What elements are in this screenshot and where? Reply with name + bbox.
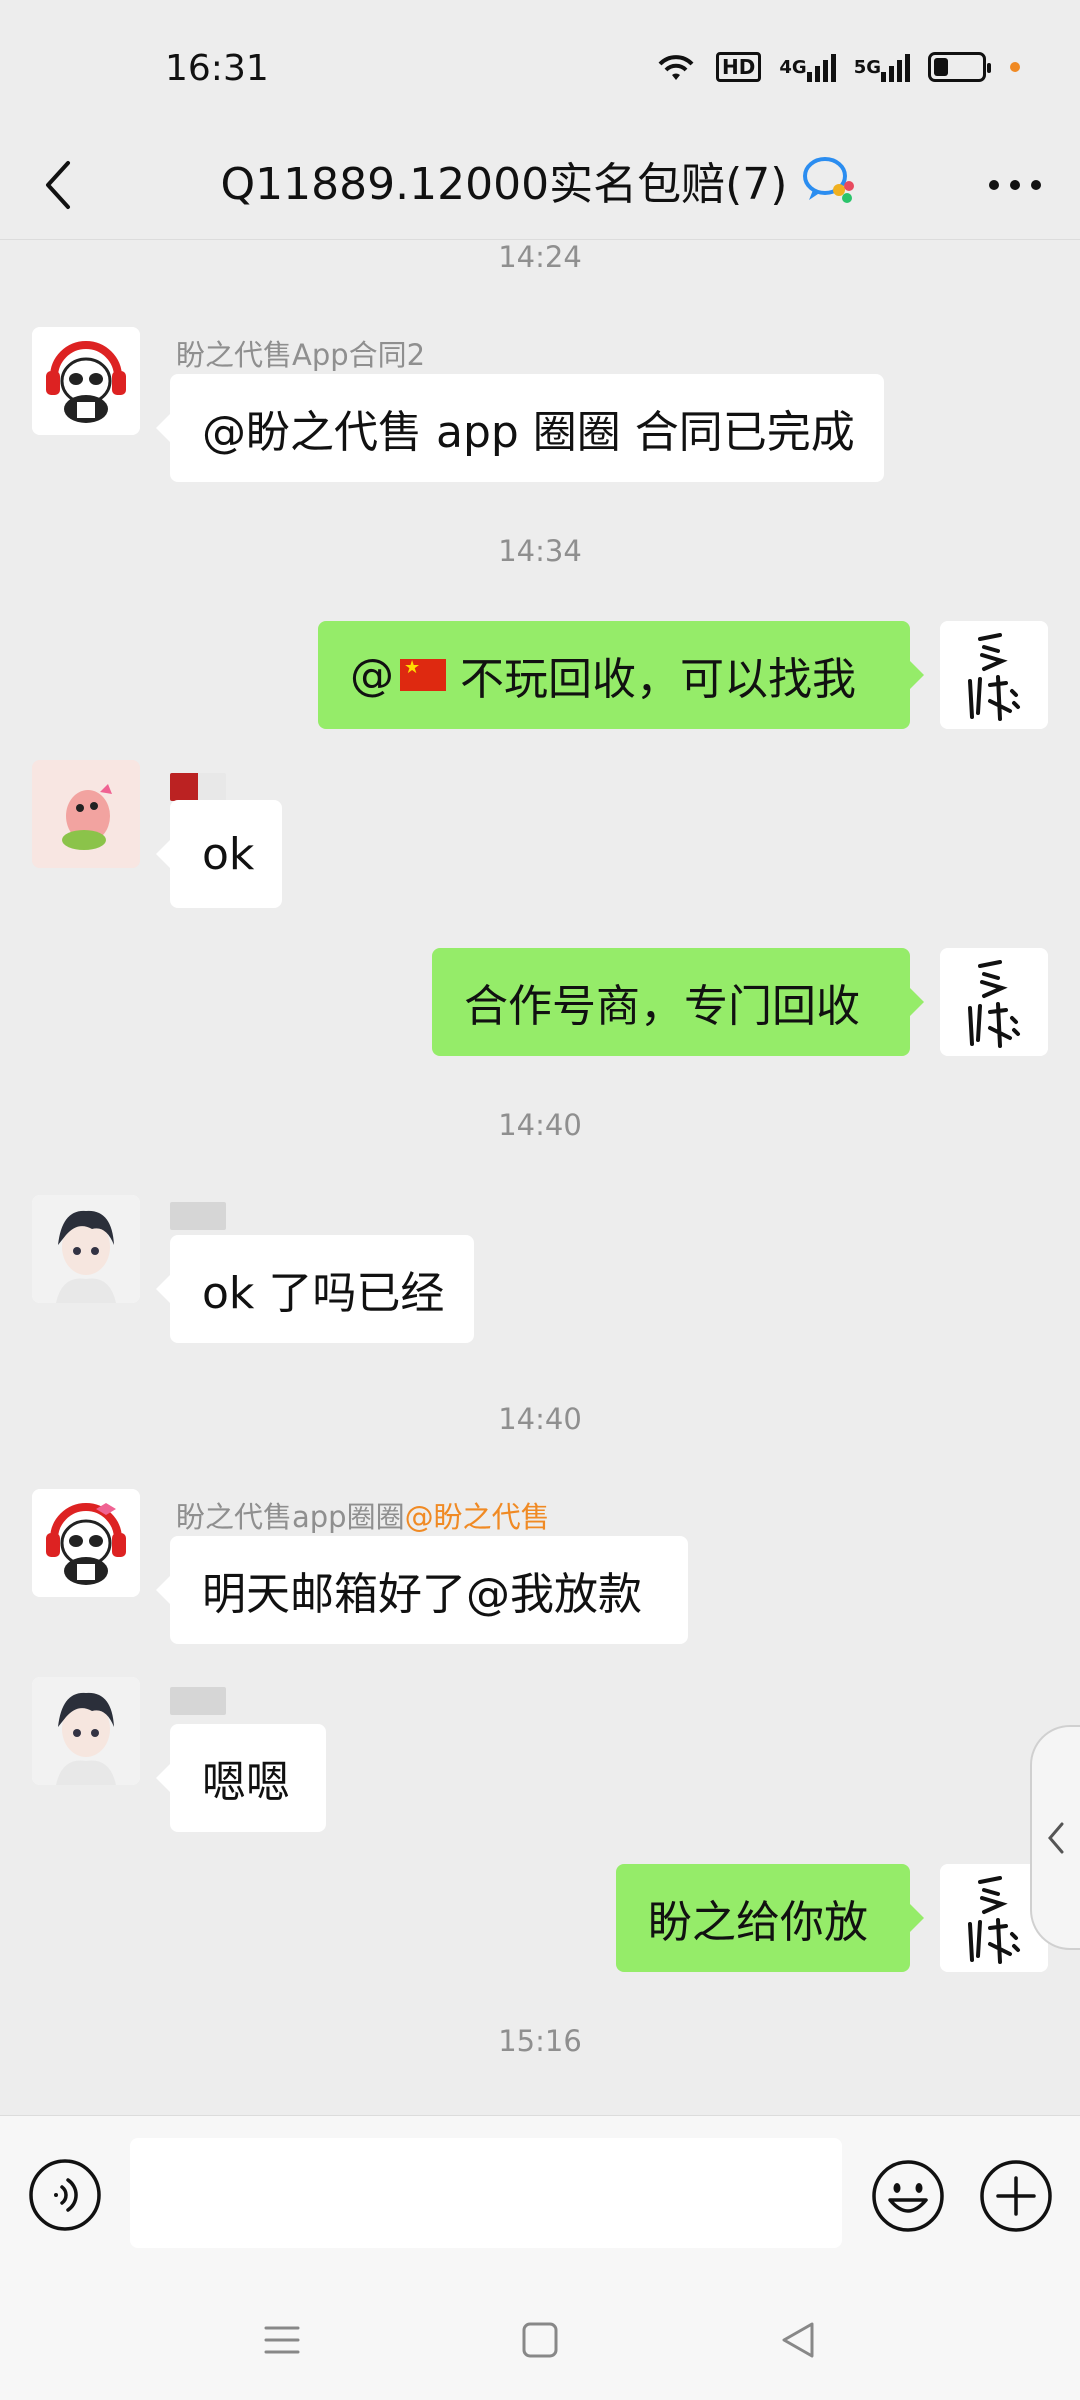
chat-title-text: Q11889.12000实名包赔(7) — [220, 159, 788, 210]
timestamp: 14:40 — [498, 1108, 582, 1142]
system-nav-bar — [0, 2280, 1080, 2400]
signal-5g-label: 5G — [853, 56, 881, 78]
nav-back-button[interactable] — [768, 2310, 828, 2370]
signal-5g-icon: 5G — [854, 52, 910, 82]
avatar-patrick-star[interactable] — [32, 760, 140, 868]
nav-home-button[interactable] — [510, 2310, 570, 2370]
plus-icon — [980, 2160, 1052, 2232]
battery-icon — [928, 52, 991, 82]
message-list[interactable]: 14:24 盼之代售App合同2 @盼之代售 app 圈圈 合同已完成 14:3… — [0, 240, 1080, 2115]
chevron-left-small-icon — [1048, 1822, 1064, 1853]
message-bubble-outgoing[interactable]: 合作号商，专门回收 — [432, 948, 924, 1056]
avatar-calligraphy-self[interactable] — [940, 948, 1048, 1056]
hd-voice-icon: HD — [716, 52, 762, 82]
timestamp: 14:40 — [498, 1402, 582, 1436]
message-bubble-outgoing[interactable]: 盼之给你放 — [616, 1864, 924, 1972]
status-icons: HD 4G 5G — [654, 50, 1020, 84]
message-text: ok 了吗已经 — [202, 1268, 445, 1319]
message-text: 明天邮箱好了@我放款 — [202, 1569, 642, 1620]
more-dots-icon — [989, 180, 1041, 190]
voice-icon — [29, 2159, 101, 2231]
emoji-icon — [872, 2160, 944, 2232]
message-text: @盼之代售 app 圈圈 合同已完成 — [202, 407, 855, 458]
home-square-icon — [522, 2322, 558, 2358]
china-flag-icon — [400, 657, 446, 691]
message-text: 合作号商，专门回收 — [464, 981, 860, 1032]
voice-button[interactable] — [28, 2158, 102, 2232]
timestamp: 15:16 — [498, 2024, 582, 2058]
sender-name: 盼之代售App合同2 — [176, 338, 426, 372]
status-time: 16:31 — [165, 48, 269, 89]
message-text: 不玩回收，可以找我 — [460, 654, 856, 705]
message-text: ok — [202, 828, 255, 880]
message-bubble-incoming[interactable]: 明天邮箱好了@我放款 — [156, 1536, 688, 1644]
timestamp: 14:24 — [498, 240, 582, 274]
avatar-anime-boy[interactable] — [32, 1195, 140, 1303]
more-button[interactable] — [980, 160, 1050, 210]
nav-menu-button[interactable] — [252, 2310, 312, 2370]
message-bubble-incoming[interactable]: ok 了吗已经 — [156, 1235, 474, 1343]
sender-name-redacted — [170, 1202, 226, 1230]
message-text: 盼之给你放 — [648, 1897, 868, 1948]
notification-dot-icon — [1010, 62, 1020, 72]
sender-name-redacted — [170, 773, 226, 801]
message-text: 嗯嗯 — [202, 1757, 290, 1808]
message-input[interactable] — [130, 2138, 842, 2248]
sender-name: 盼之代售app圈圈@盼之代售 — [176, 1494, 550, 1536]
emoji-button[interactable] — [870, 2158, 946, 2234]
back-triangle-icon — [782, 2322, 814, 2358]
chat-title: Q11889.12000实名包赔(7) — [0, 148, 1080, 212]
chat-header: Q11889.12000实名包赔(7) — [0, 130, 1080, 240]
avatar-panda-red[interactable] — [32, 327, 140, 435]
signal-4g-icon: 4G — [779, 52, 836, 82]
chat-input-bar — [0, 2115, 1080, 2280]
more-functions-button[interactable] — [978, 2158, 1054, 2234]
message-bubble-incoming[interactable]: ok — [156, 800, 282, 908]
timestamp: 14:34 — [498, 534, 582, 568]
message-bubble-outgoing[interactable]: @ 不玩回收，可以找我 — [318, 621, 924, 729]
avatar-anime-boy[interactable] — [32, 1677, 140, 1785]
message-bubble-incoming[interactable]: @盼之代售 app 圈圈 合同已完成 — [156, 374, 884, 482]
sender-mention: @盼之代售 — [404, 1500, 550, 1534]
avatar-calligraphy-self[interactable] — [940, 621, 1048, 729]
status-bar: 16:31 HD 4G 5G — [0, 0, 1080, 130]
message-bubble-incoming[interactable]: 嗯嗯 — [156, 1724, 326, 1832]
sender-name-text: 盼之代售app圈圈 — [176, 1500, 405, 1534]
avatar-panda-bow[interactable] — [32, 1489, 140, 1597]
group-chat-icon — [799, 152, 859, 208]
floating-side-handle[interactable] — [1030, 1725, 1080, 1950]
sender-name-redacted — [170, 1687, 226, 1715]
wifi-icon — [654, 50, 698, 84]
signal-4g-label: 4G — [779, 56, 807, 78]
menu-icon — [264, 2326, 300, 2354]
mention-prefix: @ — [350, 649, 394, 701]
